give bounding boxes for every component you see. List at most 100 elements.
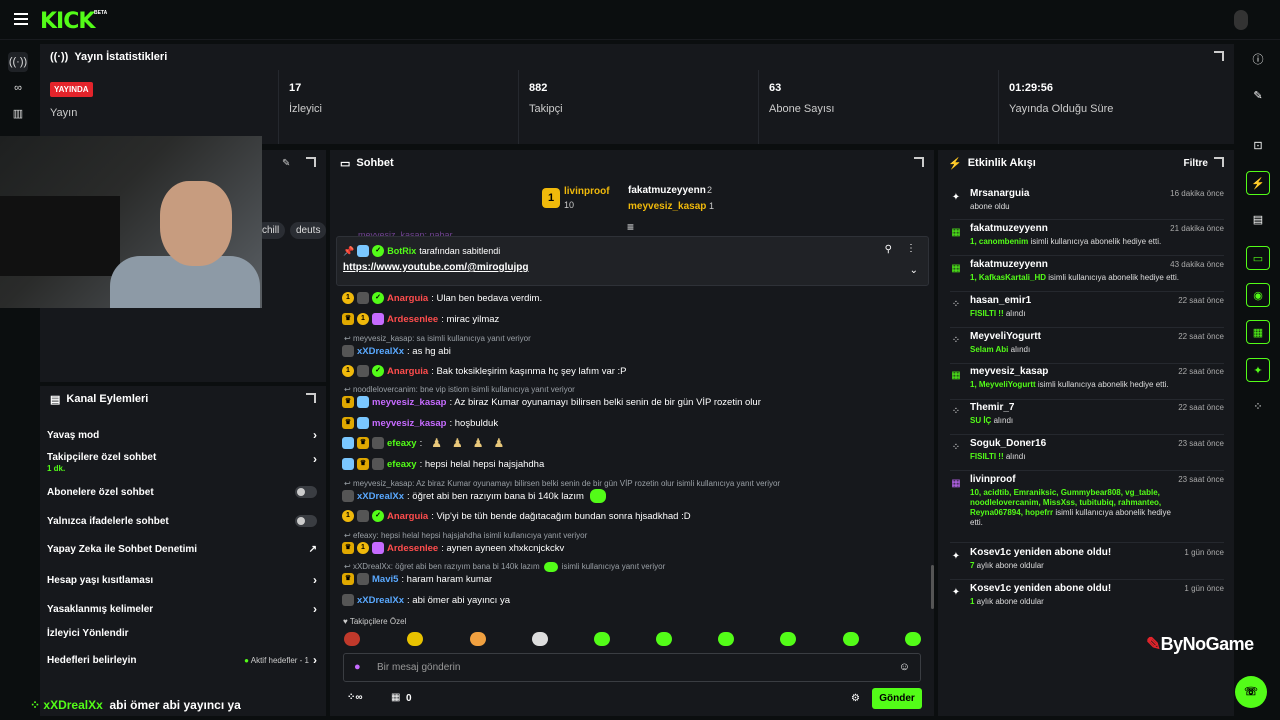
emote[interactable]	[532, 632, 548, 646]
toggle-switch[interactable]	[295, 515, 317, 527]
kick-icon: ⁘	[30, 698, 41, 712]
support-button[interactable]: ☏	[1235, 676, 1267, 708]
action-banned-words[interactable]: Yasaklanmış kelimeler ›	[47, 602, 317, 616]
action-goals[interactable]: Hedefleri belirleyin ● Aktif hedefler - 1…	[47, 653, 317, 667]
broadcast-icon[interactable]: ((·))	[8, 52, 28, 72]
menu-icon[interactable]	[14, 13, 28, 25]
activity-event[interactable]: ✦ Kosev1c yeniden abone oldu! 1 gün önce 7 …	[950, 547, 1224, 580]
chevron-right-icon: ›	[313, 428, 317, 442]
action-slow-mode[interactable]: Yavaş mod ›	[47, 428, 317, 442]
activity-event[interactable]: ⁘ Soguk_Doner16 23 saat önce FISILTI !! alı…	[950, 438, 1224, 471]
activity-event[interactable]: ▦ livinproof 23 saat önce 10, acidtib, Emra…	[950, 474, 1224, 543]
emote[interactable]	[656, 632, 672, 646]
toggle-switch[interactable]	[295, 486, 317, 498]
activity-event[interactable]: ⁘ MeyveliYogurtt 22 saat önce Selam Abi alı…	[950, 331, 1224, 364]
activity-event[interactable]: ✦ Kosev1c yeniden abone oldu! 1 gün önce 1 …	[950, 583, 1224, 616]
activity-event[interactable]: ▦ fakatmuzeyyenn 21 dakika önce 1, canomben…	[950, 223, 1224, 256]
channel-actions-panel: ▤ Kanal Eylemleri Yavaş mod › Takipçilere…	[40, 386, 326, 716]
action-emote-only[interactable]: Yalnızca ifadelerle sohbet	[47, 515, 317, 527]
broadcast-icon[interactable]: ◉	[1246, 283, 1270, 307]
edit-icon[interactable]: ✎	[282, 158, 290, 169]
viewers-value: 17	[289, 82, 302, 94]
chat-message[interactable]: ♛ meyvesiz_kasap: hoşbulduk	[342, 417, 498, 429]
activity-event[interactable]: ▦ meyvesiz_kasap 22 saat önce 1, MeyveliYog…	[950, 366, 1224, 400]
chat-message[interactable]: ♛ Mavi5: haram haram kumar	[342, 573, 492, 585]
emote[interactable]	[594, 632, 610, 646]
streamer-face	[160, 181, 232, 266]
chat-message[interactable]: 1 ✓ Anarguia: Vip'yi be tüh bende dağıtaca…	[342, 510, 691, 522]
kick-points-icon[interactable]: ⁘∞	[347, 692, 363, 703]
chat-message[interactable]: ♛ 1 Ardesenlee: aynen ayneen xhxkcnjckckv	[342, 542, 564, 554]
action-label: Yapay Zeka ile Sohbet Denetimi	[47, 544, 198, 555]
chat-message[interactable]: ♛ efeaxy: ♟♟♟♟	[342, 436, 514, 450]
action-ai-moderation[interactable]: Yapay Zeka ile Sohbet Denetimi ↗	[47, 544, 317, 555]
emote[interactable]	[470, 632, 486, 646]
link-icon[interactable]: ∞	[8, 78, 28, 98]
stream-tag[interactable]: deuts	[290, 222, 327, 239]
user-avatar[interactable]	[1234, 10, 1248, 30]
points-count: 0	[406, 693, 412, 704]
emote[interactable]	[407, 632, 423, 646]
activity-event[interactable]: ⁘ Themir_7 22 saat önce SU İÇ alındı	[950, 402, 1224, 435]
send-button[interactable]: Gönder	[872, 688, 922, 709]
chat-message[interactable]: ♛ meyvesiz_kasap: Az biraz Kumar oyunamay…	[342, 396, 761, 408]
filter-button[interactable]: Filtre	[1184, 158, 1208, 169]
chat-message[interactable]: ♛ efeaxy: hepsi helal hepsi hajsjahdha	[342, 458, 544, 470]
action-subscribers-only[interactable]: Abonelere özel sohbet	[47, 486, 317, 498]
action-sublabel: 1 dk.	[47, 464, 66, 473]
emote[interactable]	[905, 632, 921, 646]
beta-label: BETA	[94, 10, 108, 16]
settings-icon[interactable]: ⚙	[851, 693, 860, 704]
layout-icon[interactable]: ▦	[1246, 320, 1270, 344]
input-placeholder: Bir mesaj gönderin	[377, 662, 461, 673]
action-followers-only[interactable]: Takipçilere özel sohbet 1 dk. ›	[47, 452, 317, 474]
chat-message[interactable]: xXDrealXx: as hg abi	[342, 345, 451, 357]
stats-title: Yayın İstatistikleri	[74, 51, 168, 63]
bynogame-logo: ✎ByNoGame	[1146, 634, 1254, 654]
activity-event[interactable]: ▦ fakatmuzeyyenn 43 dakika önce 1, KafkasKa…	[950, 259, 1224, 292]
activity-title: Etkinlik Akışı	[967, 157, 1036, 169]
action-label: Takipçilere özel sohbet	[47, 452, 157, 463]
expand-icon[interactable]	[1214, 51, 1224, 61]
wrench-icon[interactable]: ✦	[1246, 358, 1270, 382]
chat-icon[interactable]: ▭	[1246, 246, 1270, 270]
bynogame-icon: ✎	[1146, 634, 1161, 654]
activity-event[interactable]: ⁘ hasan_emir1 22 saat önce FISILTI !! alınd…	[950, 295, 1224, 328]
overlay-text: abi ömer abi yayıncı ya	[109, 698, 241, 712]
actions-title: Kanal Eylemleri	[66, 393, 149, 405]
chat-input[interactable]: ● Bir mesaj gönderin ☺	[343, 653, 921, 682]
emote[interactable]	[718, 632, 734, 646]
action-raid[interactable]: İzleyici Yönlendir	[47, 628, 317, 639]
chat-message[interactable]: 1 ✓ Anarguia: Ulan ben bedava verdim.	[342, 292, 542, 304]
analytics-icon[interactable]: ▥	[8, 104, 28, 124]
mic-icon[interactable]: ●	[354, 661, 361, 673]
expand-icon[interactable]	[306, 393, 316, 403]
action-label: Yavaş mod	[47, 429, 100, 441]
lightning-icon[interactable]: ⚡	[1246, 171, 1270, 195]
external-link-icon: ↗	[308, 544, 317, 555]
chat-message[interactable]: xXDrealXx: öğret abi ben razıyım bana bi…	[342, 489, 606, 503]
expand-icon[interactable]	[306, 157, 316, 167]
chat-message[interactable]: 1 ✓ Anarguia: Bak toksikleşirim kaşınma hç…	[342, 365, 627, 377]
reply-context: ↩ xXDrealXx: öğret abi ben razıyım bana …	[344, 562, 666, 572]
chat-scrollbar[interactable]	[931, 565, 934, 609]
action-account-age[interactable]: Hesap yaşı kısıtlaması ›	[47, 573, 317, 587]
edit-icon[interactable]: ✎	[1246, 84, 1270, 108]
chat-message[interactable]: ♛ 1 Ardesenlee: mirac yilmaz	[342, 313, 499, 325]
emote[interactable]	[344, 632, 360, 646]
emote[interactable]	[843, 632, 859, 646]
activity-event[interactable]: ✦ Mrsanarguia 16 dakika önce abone oldu	[950, 188, 1224, 220]
expand-icon[interactable]	[1214, 157, 1224, 167]
action-label: Hesap yaşı kısıtlaması	[47, 574, 154, 586]
gift-icon[interactable]: ▦	[391, 692, 400, 703]
chat-message-list: 1 ✓ Anarguia: Ulan ben bedava verdim. ♛ 1 Ar…	[330, 0, 934, 720]
info-icon[interactable]: ⓘ	[1246, 48, 1270, 72]
action-label: Abonelere özel sohbet	[47, 486, 154, 498]
chat-message[interactable]: xXDrealXx: abi ömer abi yayıncı ya	[342, 594, 510, 606]
emote[interactable]	[780, 632, 796, 646]
emoji-icon[interactable]: ☺	[899, 661, 910, 673]
document-icon[interactable]: ▤	[1246, 208, 1270, 232]
kick-logo[interactable]: KICK	[40, 9, 95, 34]
kick-icon[interactable]: ⁘	[1246, 395, 1270, 419]
target-icon[interactable]: ⊡	[1246, 134, 1270, 158]
